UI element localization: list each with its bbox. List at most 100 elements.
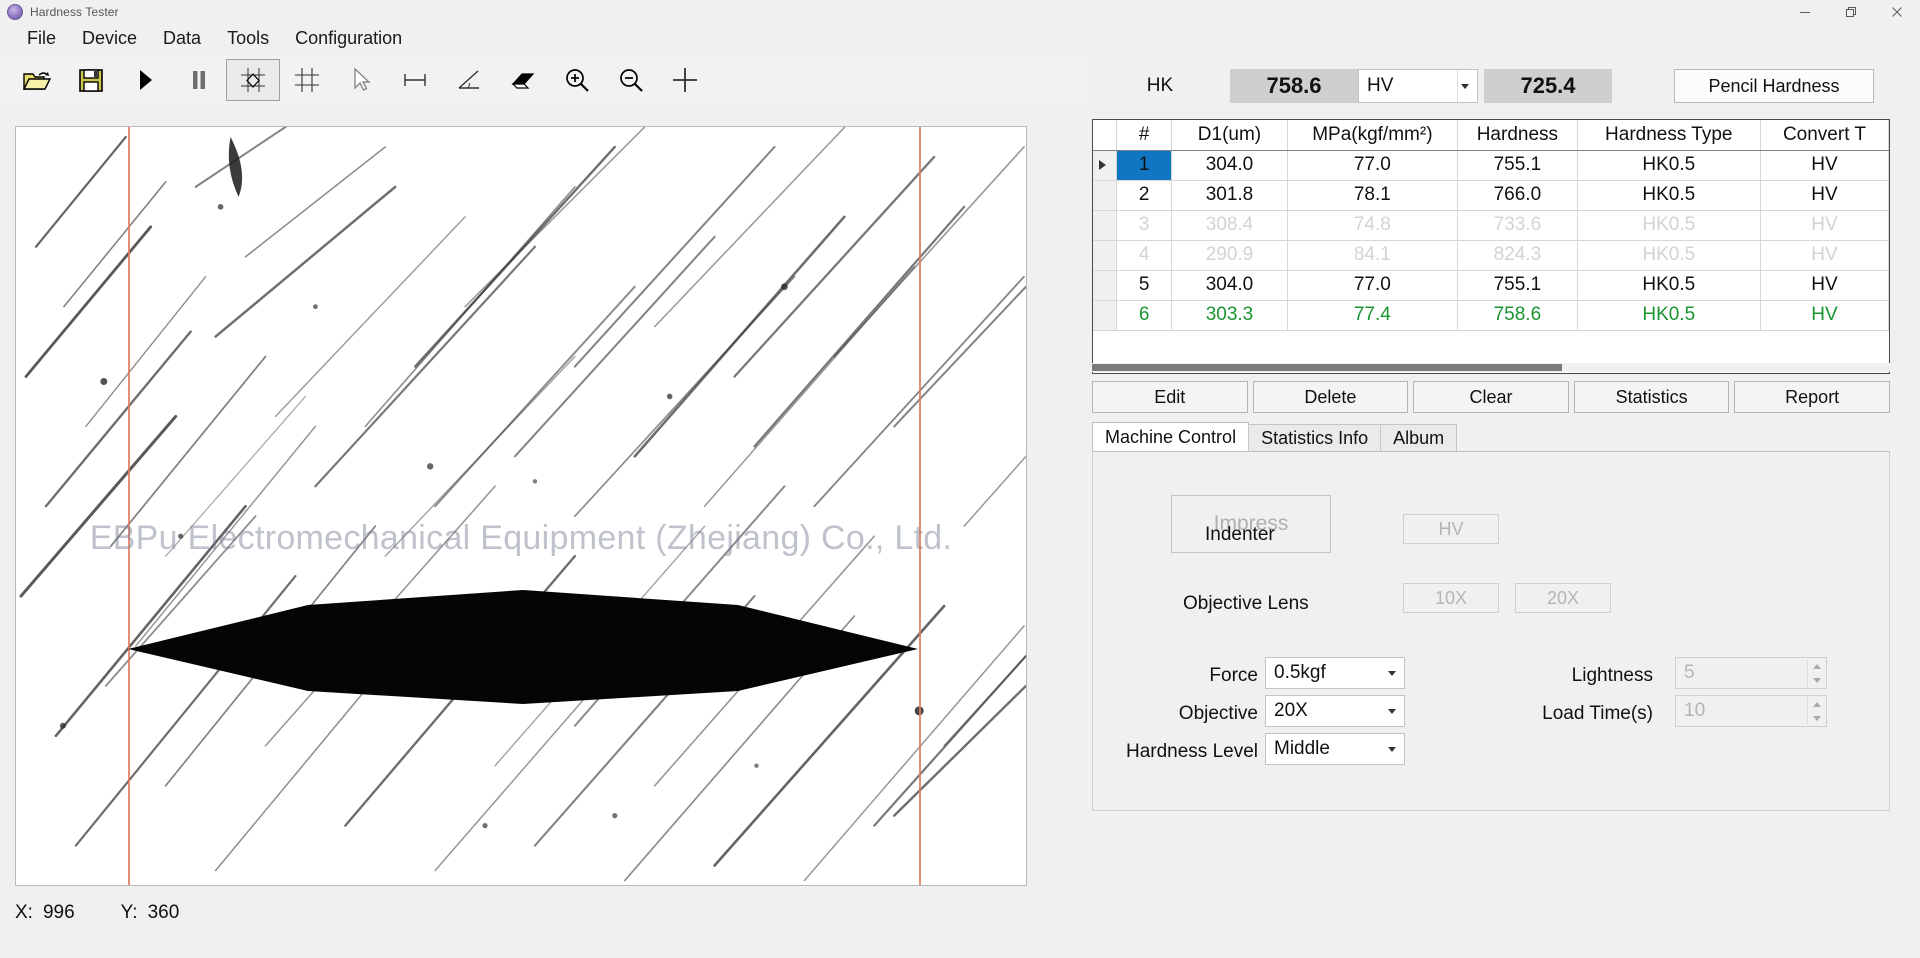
delete-button[interactable]: Delete — [1252, 381, 1409, 413]
cell-hardness-type: HK0.5 — [1577, 300, 1761, 331]
row-marker — [1093, 210, 1117, 241]
cell-hardness: 733.6 — [1457, 210, 1578, 241]
stepper-up-icon[interactable] — [1808, 659, 1825, 673]
close-icon[interactable] — [1874, 0, 1920, 24]
cell-convert: HV — [1760, 210, 1889, 241]
hardness-level-value: Middle — [1274, 738, 1330, 759]
objective-lens-10x-button[interactable]: 10X — [1403, 583, 1499, 613]
cell-convert: HV — [1760, 300, 1889, 331]
hardness-level-select[interactable]: Middle — [1265, 733, 1405, 765]
chevron-down-icon[interactable] — [1385, 658, 1399, 688]
cell-hardness-type: HK0.5 — [1577, 270, 1761, 301]
table-horizontal-scrollbar[interactable] — [1092, 363, 1890, 372]
angle-measure-icon[interactable] — [442, 59, 496, 101]
column-header-hardness-type[interactable]: Hardness Type — [1577, 120, 1761, 151]
force-select[interactable]: 0.5kgf — [1265, 657, 1405, 689]
stepper-up-icon[interactable] — [1808, 697, 1825, 711]
tab-album[interactable]: Album — [1380, 424, 1458, 452]
stepper-down-icon[interactable] — [1808, 711, 1825, 725]
table-row[interactable]: 4 290.9 84.1 824.3 HK0.5 HV — [1093, 240, 1889, 271]
zoom-in-icon[interactable] — [550, 59, 604, 101]
app-icon — [7, 4, 23, 20]
pause-icon[interactable] — [172, 59, 226, 101]
cell-d1: 308.4 — [1171, 210, 1288, 241]
crosshair-icon[interactable] — [658, 59, 712, 101]
column-header-index[interactable]: # — [1116, 120, 1173, 151]
scrollbar-thumb[interactable] — [1092, 364, 1562, 371]
force-label: Force — [1209, 665, 1258, 686]
cell-index: 3 — [1116, 210, 1173, 241]
cell-convert: HV — [1760, 180, 1889, 211]
indenter-value[interactable]: HV — [1403, 514, 1499, 544]
objective-value: 20X — [1274, 700, 1308, 721]
clear-button[interactable]: Clear — [1413, 381, 1569, 413]
lightness-label: Lightness — [1571, 665, 1653, 686]
indenter-label: Indenter — [1205, 524, 1275, 545]
report-button[interactable]: Report — [1734, 381, 1890, 413]
tab-statistics-info[interactable]: Statistics Info — [1248, 424, 1382, 452]
table-row[interactable]: 3 308.4 74.8 733.6 HK0.5 HV — [1093, 210, 1889, 241]
machine-control-panel: Impress Indenter HV Objective Lens 10X 2… — [1092, 451, 1890, 811]
row-marker — [1093, 150, 1117, 181]
measure-guide-left[interactable] — [128, 127, 130, 885]
column-header-hardness[interactable]: Hardness — [1457, 120, 1578, 151]
column-header-convert-to[interactable]: Convert T — [1760, 120, 1889, 151]
table-row[interactable]: 6 303.3 77.4 758.6 HK0.5 HV — [1093, 300, 1889, 331]
length-measure-icon[interactable] — [388, 59, 442, 101]
eraser-icon[interactable] — [496, 59, 550, 101]
cell-mpa: 74.8 — [1287, 210, 1459, 241]
menu-item-tools[interactable]: Tools — [214, 25, 282, 51]
specimen-image-viewport[interactable]: EBPu Electromechanical Equipment (Zhejia… — [15, 126, 1027, 886]
zoom-out-icon[interactable] — [604, 59, 658, 101]
minimize-icon[interactable] — [1782, 0, 1828, 24]
stepper-buttons[interactable] — [1807, 697, 1825, 725]
cell-mpa: 78.1 — [1287, 180, 1459, 211]
chevron-down-icon[interactable] — [1385, 696, 1399, 726]
cell-d1: 301.8 — [1171, 180, 1288, 211]
tab-machine-control[interactable]: Machine Control — [1092, 422, 1250, 452]
measure-guide-right[interactable] — [919, 127, 921, 885]
cursor-arrow-icon[interactable] — [334, 59, 388, 101]
table-row[interactable]: 1 304.0 77.0 755.1 HK0.5 HV — [1093, 150, 1889, 181]
open-folder-icon[interactable] — [10, 59, 64, 101]
maximize-icon[interactable] — [1828, 0, 1874, 24]
lightness-stepper[interactable]: 5 — [1675, 657, 1827, 689]
column-header-d1[interactable]: D1(um) — [1171, 120, 1288, 151]
menu-item-configuration[interactable]: Configuration — [282, 25, 415, 51]
statistics-button[interactable]: Statistics — [1573, 381, 1730, 413]
measurement-table[interactable]: # D1(um) MPa(kgf/mm²) Hardness Hardness … — [1092, 119, 1890, 374]
cell-hardness-type: HK0.5 — [1577, 180, 1761, 211]
stepper-buttons[interactable] — [1807, 659, 1825, 687]
table-action-buttons: Edit Delete Clear Statistics Report — [1092, 381, 1890, 415]
chevron-down-icon[interactable] — [1385, 734, 1399, 764]
column-header-mpa[interactable]: MPa(kgf/mm²) — [1287, 120, 1459, 151]
table-row[interactable]: 2 301.8 78.1 766.0 HK0.5 HV — [1093, 180, 1889, 211]
objective-lens-20x-button[interactable]: 20X — [1515, 583, 1611, 613]
title-bar: Hardness Tester — [0, 0, 1920, 24]
cell-hardness: 755.1 — [1457, 270, 1578, 301]
chevron-down-icon[interactable] — [1457, 70, 1471, 102]
window-controls — [1782, 0, 1920, 24]
pencil-hardness-button[interactable]: Pencil Hardness — [1674, 69, 1874, 103]
coordinate-y-value: 360 — [147, 902, 180, 923]
play-icon[interactable] — [118, 59, 172, 101]
edit-button[interactable]: Edit — [1092, 381, 1248, 413]
table-row[interactable]: 5 304.0 77.0 755.1 HK0.5 HV — [1093, 270, 1889, 301]
cell-mpa: 77.0 — [1287, 150, 1459, 181]
menu-item-file[interactable]: File — [14, 25, 69, 51]
menu-item-data[interactable]: Data — [150, 25, 214, 51]
save-icon[interactable] — [64, 59, 118, 101]
load-time-stepper[interactable]: 10 — [1675, 695, 1827, 727]
row-marker — [1093, 240, 1117, 271]
menu-item-device[interactable]: Device — [69, 25, 150, 51]
grid-icon[interactable] — [280, 59, 334, 101]
specimen-image: EBPu Electromechanical Equipment (Zhejia… — [16, 127, 1026, 885]
objective-select[interactable]: 20X — [1265, 695, 1405, 727]
convert-scale-select[interactable]: HV — [1358, 69, 1478, 103]
cell-hardness-type: HK0.5 — [1577, 150, 1761, 181]
row-marker — [1093, 300, 1117, 331]
stepper-down-icon[interactable] — [1808, 673, 1825, 687]
cell-convert: HV — [1760, 240, 1889, 271]
measure-diamond-icon[interactable] — [226, 59, 280, 101]
objective-label: Objective — [1178, 703, 1258, 724]
